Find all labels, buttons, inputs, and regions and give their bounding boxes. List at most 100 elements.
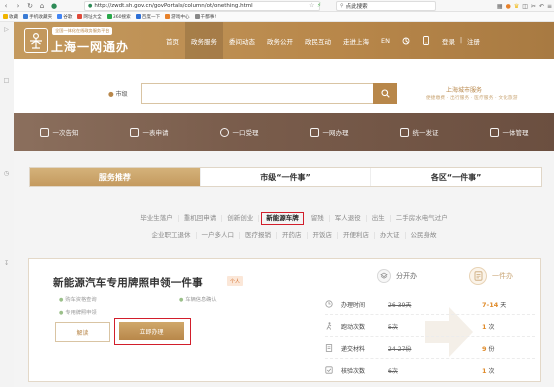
category-list: 毕业生落户 重机回申请 创新创业 新能源车牌 留残 军人退役 出生 二手房水电气… — [94, 211, 494, 245]
main-nav: 首页 政务服务 委间动态 政务公开 政民互动 走进上海 EN 登录 | 注册 — [160, 22, 482, 59]
nav-english[interactable]: EN — [375, 22, 396, 59]
function-item[interactable]: 统一发证 — [374, 113, 464, 151]
bookmark-item[interactable]: 游戏中心 — [165, 14, 190, 20]
category-link[interactable]: 毕业生落户 — [135, 214, 179, 222]
tab-recommended[interactable]: 服务推荐 — [30, 168, 201, 186]
apply-now-button[interactable]: 立即办理 — [119, 322, 184, 340]
notice-icon — [39, 127, 49, 137]
page-icon — [135, 14, 141, 19]
page-icon — [194, 14, 200, 19]
category-link[interactable]: 开药店 — [277, 231, 308, 239]
nav-disclosure[interactable]: 政务公开 — [261, 22, 299, 59]
browser-search-text: 点此搜索 — [345, 4, 368, 10]
extension-icon[interactable]: ● — [506, 3, 511, 10]
back-icon[interactable]: ‹ — [0, 0, 12, 12]
address-bar[interactable]: ● http://zwdt.sh.gov.cn/govPortals/colum… — [84, 1, 320, 11]
function-item[interactable]: 一表申请 — [104, 113, 194, 151]
stat-row: 递交材料 24-27份 9份 — [325, 339, 535, 357]
method-separate: 分开办 — [377, 269, 417, 283]
page-icon — [57, 14, 63, 19]
site-name[interactable]: 上海一网通办 — [51, 38, 129, 55]
stat-row: 核验次数 6次 1次 — [325, 361, 535, 379]
category-link[interactable]: 创新创业 — [222, 214, 260, 222]
tab-district-level[interactable]: 各区“一件事” — [371, 168, 541, 186]
method-combined: 一件办 — [469, 267, 513, 285]
category-new-energy-plate[interactable]: 新能源车牌 — [261, 211, 304, 225]
page-icon — [77, 14, 83, 19]
search-button[interactable] — [373, 83, 397, 104]
function-item[interactable]: 一口受理 — [194, 113, 284, 151]
explain-button[interactable]: 解读 — [55, 322, 110, 342]
nav-news[interactable]: 委间动态 — [223, 22, 261, 59]
nav-divider: | — [459, 37, 463, 44]
bookmark-item[interactable]: 网址大全 — [77, 14, 102, 20]
forward-icon[interactable]: › — [12, 0, 24, 12]
stat-row: 办理时间 26-39天 7-14 天 — [325, 295, 535, 313]
shield-icon[interactable]: ● — [48, 0, 60, 12]
nav-interaction[interactable]: 政民互动 — [299, 22, 337, 59]
register-link[interactable]: 注册 — [465, 22, 482, 59]
function-item[interactable]: 一网办理 — [284, 113, 374, 151]
tab-city-level[interactable]: 市级“一件事” — [201, 168, 372, 186]
nav-shanghai[interactable]: 走进上海 — [337, 22, 375, 59]
manage-icon — [489, 127, 499, 137]
category-link[interactable]: 重机回申请 — [179, 214, 223, 222]
refresh-icon[interactable]: ↻ — [24, 0, 36, 12]
search-input[interactable] — [141, 83, 373, 104]
document-icon — [325, 344, 333, 352]
bookmark-item[interactable]: 360搜索 — [106, 14, 131, 20]
logo-icon[interactable] — [24, 28, 48, 53]
function-item[interactable]: 一体管理 — [464, 113, 554, 151]
category-link[interactable]: 企业职工退休 — [147, 231, 197, 239]
download-icon[interactable]: ↧ — [3, 260, 10, 267]
bookmark-item[interactable]: 百度一下 — [135, 14, 160, 20]
home-icon[interactable]: ⌂ — [36, 0, 48, 12]
apply-highlight-box: 立即办理 — [114, 318, 191, 345]
personal-badge: 个人 — [227, 276, 244, 286]
login-link[interactable]: 登录 — [436, 22, 457, 59]
mobile-icon[interactable] — [416, 22, 436, 59]
condition-item: ● 购车资格查询 — [59, 296, 97, 304]
undo-icon[interactable]: ↶ — [539, 3, 544, 10]
function-item[interactable]: 一次告知 — [14, 113, 104, 151]
category-link[interactable]: 出生 — [367, 214, 391, 222]
location-selector[interactable]: ● 市级 — [108, 89, 128, 99]
browser-search-box[interactable]: ⚲ 点此搜索 — [336, 1, 436, 11]
category-link[interactable]: 办大证 — [375, 231, 406, 239]
apps-icon[interactable]: ◫ — [522, 3, 528, 10]
bolt-icon[interactable]: ⚡ — [317, 2, 321, 9]
city-service-title[interactable]: 上海城市服务 — [446, 85, 482, 94]
divider — [325, 336, 535, 337]
layers-icon — [377, 269, 391, 283]
walk-icon — [325, 322, 333, 330]
document-icon — [469, 267, 487, 285]
bullet-icon: ● — [59, 296, 64, 303]
accessibility-icon[interactable] — [396, 22, 416, 59]
bookmark-item[interactable]: 手机收藏夹 — [23, 14, 52, 20]
category-link[interactable]: 公民身故 — [406, 231, 442, 239]
nav-gov-services[interactable]: 政务服务 — [185, 22, 223, 59]
category-link[interactable]: 医疗报销 — [240, 231, 277, 239]
star-icon[interactable]: ☆ — [309, 2, 314, 9]
note-icon[interactable]: □ — [3, 77, 10, 84]
category-link[interactable]: 开饭店 — [308, 231, 338, 239]
lock-icon: ● — [88, 3, 93, 9]
grid-icon[interactable]: ▦ — [497, 3, 503, 10]
sidebar-toggle-icon[interactable]: ▷ — [3, 26, 10, 33]
category-link[interactable]: 留残 — [306, 214, 330, 222]
bookmark-item[interactable]: 谷歌 — [57, 14, 72, 20]
condition-item: ● 专用牌照申领 — [59, 309, 97, 317]
bookmark-item[interactable]: 收藏 — [3, 14, 18, 20]
category-link[interactable]: 二手房水电气过户 — [391, 214, 453, 222]
clock-icon[interactable]: ◷ — [3, 170, 10, 177]
location-pin-icon: ● — [108, 89, 114, 98]
scissors-icon[interactable]: ✂ — [531, 3, 536, 10]
category-link[interactable]: 一户多人口 — [197, 231, 240, 239]
bookmark-item[interactable]: 千都事! — [194, 14, 216, 20]
category-link[interactable]: 军人退役 — [330, 214, 367, 222]
menu-icon[interactable]: ≡ — [547, 3, 552, 10]
crown-icon[interactable]: ♛ — [514, 3, 519, 10]
clock-icon — [325, 300, 333, 308]
category-link[interactable]: 开便利店 — [338, 231, 375, 239]
nav-home[interactable]: 首页 — [160, 22, 185, 59]
